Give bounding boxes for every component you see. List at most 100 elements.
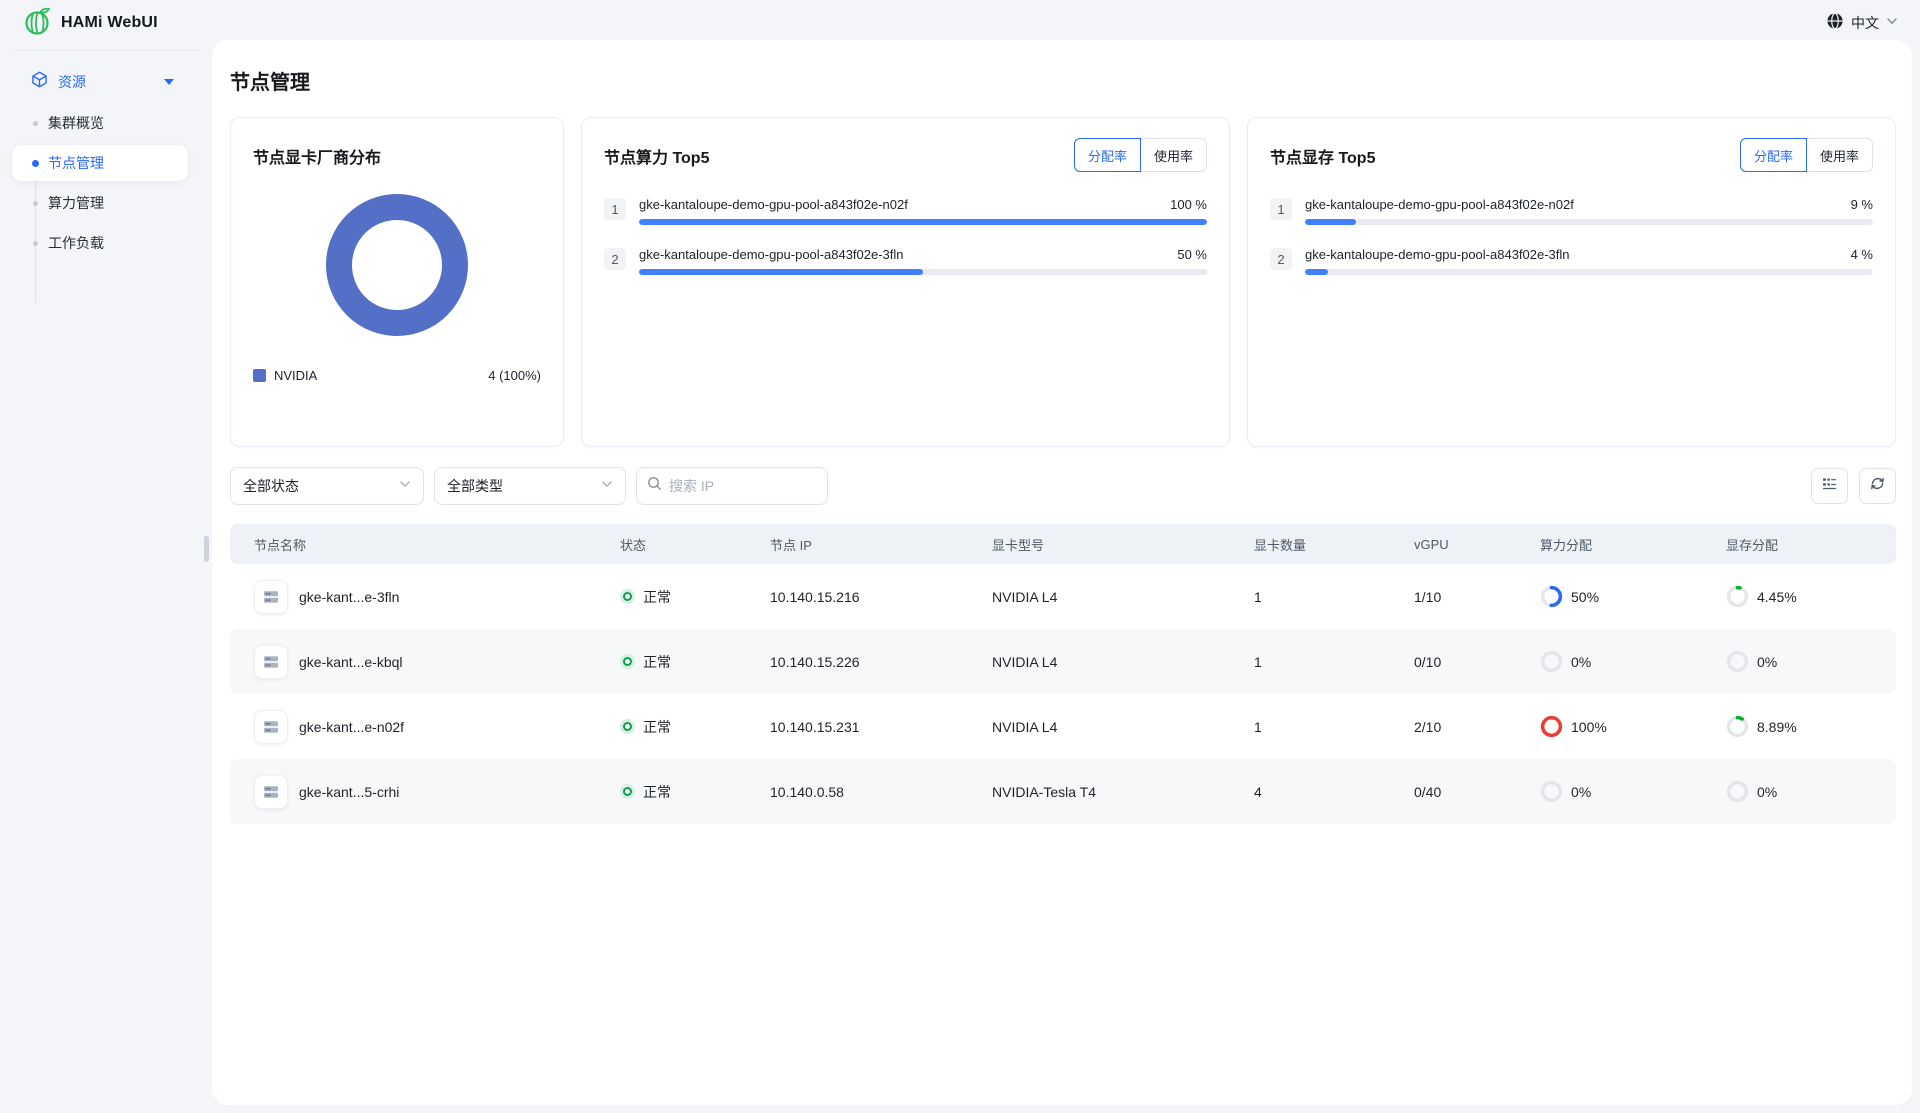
list-item: 1 gke-kantaloupe-demo-gpu-pool-a843f02e-… — [1270, 197, 1873, 225]
memory-ring-chart — [1726, 650, 1749, 673]
memory-top5-list: 1 gke-kantaloupe-demo-gpu-pool-a843f02e-… — [1270, 197, 1873, 275]
app-root: HAMi WebUI 中文 资源 — [0, 0, 1920, 1113]
vgpu-ratio: 0/10 — [1390, 654, 1516, 670]
toggle-usage-rate[interactable]: 使用率 — [1140, 138, 1207, 172]
progress-fill — [639, 269, 923, 275]
table-row[interactable]: gke-kant...e-kbql 正常 10.140.15.226 NVIDI… — [230, 629, 1896, 694]
ip-search-input[interactable] — [669, 478, 850, 494]
node-name: gke-kant...5-crhi — [299, 784, 399, 800]
node-name: gke-kantaloupe-demo-gpu-pool-a843f02e-3f… — [1305, 247, 1570, 262]
node-name: gke-kantaloupe-demo-gpu-pool-a843f02e-n0… — [639, 197, 908, 212]
compute-toggle-group: 分配率 使用率 — [1074, 138, 1207, 172]
col-vgpu: vGPU — [1390, 537, 1516, 552]
column-settings-button[interactable] — [1811, 468, 1848, 504]
toggle-allocation-rate[interactable]: 分配率 — [1074, 138, 1141, 172]
list-item: 1 gke-kantaloupe-demo-gpu-pool-a843f02e-… — [604, 197, 1207, 225]
caret-down-icon — [164, 79, 174, 85]
vgpu-ratio: 1/10 — [1390, 589, 1516, 605]
list-item: 2 gke-kantaloupe-demo-gpu-pool-a843f02e-… — [604, 247, 1207, 275]
table-row[interactable]: gke-kant...e-n02f 正常 10.140.15.231 NVIDI… — [230, 694, 1896, 759]
node-ip: 10.140.15.231 — [746, 719, 968, 735]
table-row[interactable]: gke-kant...e-3fln 正常 10.140.15.216 NVIDI… — [230, 564, 1896, 629]
sidebar-group-label: 资源 — [58, 72, 86, 92]
sidebar-resize-handle[interactable] — [204, 536, 209, 562]
progress-track — [639, 269, 1207, 275]
item-dot — [33, 201, 38, 206]
progress-fill — [639, 219, 1207, 225]
node-name: gke-kantaloupe-demo-gpu-pool-a843f02e-n0… — [1305, 197, 1574, 212]
progress-track — [1305, 219, 1873, 225]
sidebar-item-label: 工作负载 — [48, 233, 104, 253]
brand-title: HAMi WebUI — [61, 14, 158, 32]
vendor-distribution-card: 节点显卡厂商分布 NVIDIA 4 (100%) — [230, 117, 564, 447]
status-filter-value: 全部状态 — [243, 476, 299, 496]
col-node-name: 节点名称 — [230, 535, 596, 554]
node-ip: 10.140.15.216 — [746, 589, 968, 605]
status-filter-select[interactable]: 全部状态 — [230, 467, 424, 505]
table-header: 节点名称 状态 节点 IP 显卡型号 显卡数量 vGPU 算力分配 显存分配 — [230, 524, 1896, 564]
memory-percent: 0% — [1757, 654, 1777, 670]
rank-badge: 1 — [1270, 198, 1292, 220]
list-settings-icon — [1821, 475, 1838, 497]
vgpu-ratio: 2/10 — [1390, 719, 1516, 735]
node-percent: 9 % — [1851, 197, 1873, 212]
cube-icon — [31, 71, 48, 93]
compute-percent: 0% — [1571, 784, 1591, 800]
sidebar-group-resources[interactable]: 资源 — [0, 63, 212, 101]
rank-badge: 2 — [604, 248, 626, 270]
sidebar-item-compute-management[interactable]: 算力管理 — [0, 183, 212, 223]
node-percent: 100 % — [1170, 197, 1207, 212]
sidebar-item-node-management[interactable]: 节点管理 — [0, 143, 212, 183]
toggle-allocation-rate[interactable]: 分配率 — [1740, 138, 1807, 172]
server-icon — [254, 580, 288, 614]
gpu-model: NVIDIA-Tesla T4 — [968, 784, 1230, 800]
status-text: 正常 — [643, 782, 671, 802]
sidebar-item-cluster-overview[interactable]: 集群概览 — [0, 103, 212, 143]
type-filter-value: 全部类型 — [447, 476, 503, 496]
status-ok-icon — [620, 654, 635, 669]
server-icon — [254, 645, 288, 679]
node-ip: 10.140.0.58 — [746, 784, 968, 800]
compute-ring-chart — [1540, 715, 1563, 738]
memory-ring-chart — [1726, 585, 1749, 608]
item-dot — [33, 241, 38, 246]
type-filter-select[interactable]: 全部类型 — [434, 467, 626, 505]
progress-fill — [1305, 219, 1356, 225]
search-icon — [647, 476, 662, 496]
node-name: gke-kant...e-3fln — [299, 589, 399, 605]
legend-value: 4 (100%) — [488, 368, 541, 383]
memory-ring-chart — [1726, 780, 1749, 803]
sidebar-item-label: 集群概览 — [48, 113, 104, 133]
memory-toggle-group: 分配率 使用率 — [1740, 138, 1873, 172]
compute-ring-chart — [1540, 650, 1563, 673]
col-compute-allocation: 算力分配 — [1516, 535, 1702, 554]
gpu-model: NVIDIA L4 — [968, 719, 1230, 735]
col-gpu-model: 显卡型号 — [968, 535, 1230, 554]
toggle-usage-rate[interactable]: 使用率 — [1806, 138, 1873, 172]
list-item: 2 gke-kantaloupe-demo-gpu-pool-a843f02e-… — [1270, 247, 1873, 275]
chevron-down-icon — [601, 477, 613, 495]
refresh-button[interactable] — [1859, 468, 1896, 504]
table-body: gke-kant...e-3fln 正常 10.140.15.216 NVIDI… — [230, 564, 1896, 824]
compute-card-title: 节点算力 Top5 — [604, 138, 709, 168]
hami-logo-icon — [24, 6, 52, 41]
status-ok-icon — [620, 589, 635, 604]
gpu-count: 1 — [1230, 719, 1390, 735]
node-name: gke-kantaloupe-demo-gpu-pool-a843f02e-3f… — [639, 247, 904, 262]
main-panel: 节点管理 节点显卡厂商分布 NVIDIA 4 (100%) 节点算力 Top5 — [212, 40, 1912, 1105]
sidebar: 资源 集群概览 节点管理 算力管理 工作负载 — [0, 46, 212, 1113]
memory-card-title: 节点显存 Top5 — [1270, 138, 1375, 168]
vendor-donut-chart — [326, 194, 468, 336]
refresh-icon — [1869, 475, 1886, 497]
compute-top5-list: 1 gke-kantaloupe-demo-gpu-pool-a843f02e-… — [604, 197, 1207, 275]
brand[interactable]: HAMi WebUI — [24, 7, 158, 39]
rank-badge: 2 — [1270, 248, 1292, 270]
vendor-card-title: 节点显卡厂商分布 — [253, 138, 541, 168]
table-row[interactable]: gke-kant...5-crhi 正常 10.140.0.58 NVIDIA-… — [230, 759, 1896, 824]
node-percent: 4 % — [1851, 247, 1873, 262]
compute-percent: 100% — [1571, 719, 1607, 735]
col-gpu-count: 显卡数量 — [1230, 535, 1390, 554]
language-selector[interactable]: 中文 — [1826, 11, 1898, 35]
sidebar-item-label: 算力管理 — [48, 193, 104, 213]
sidebar-item-workloads[interactable]: 工作负载 — [0, 223, 212, 263]
